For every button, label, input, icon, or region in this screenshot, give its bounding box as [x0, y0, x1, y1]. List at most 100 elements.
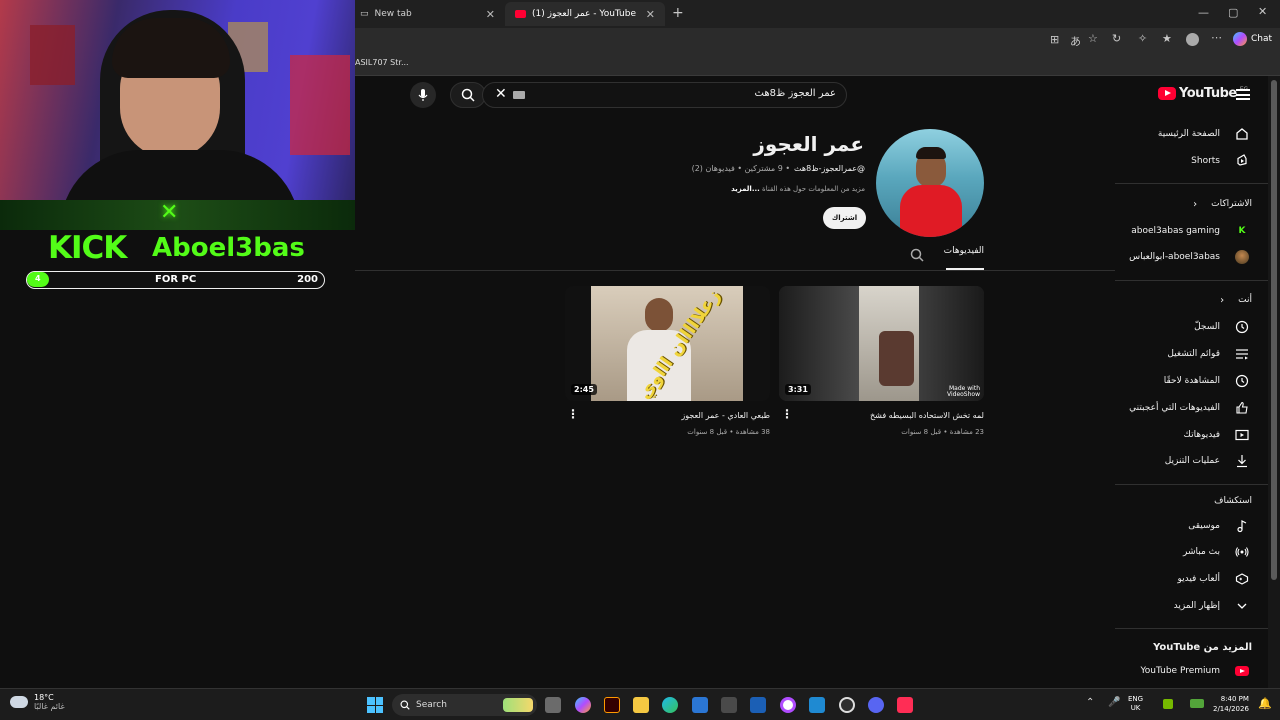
video-more-icon[interactable]: ⋮: [567, 407, 579, 421]
like-icon: [1234, 400, 1250, 416]
sidebar-divider: [1115, 280, 1268, 281]
webcam-overlay: ✕: [0, 0, 355, 230]
sidebar-item-music[interactable]: موسيقى: [1188, 515, 1250, 537]
sidebar-item-show-more[interactable]: إظهار المزيد: [1174, 595, 1250, 617]
minimize-icon[interactable]: —: [1198, 6, 1209, 19]
sidebar-item-history[interactable]: السجلّ: [1194, 316, 1250, 338]
task-view-icon[interactable]: [545, 697, 561, 713]
profile-avatar[interactable]: [1186, 33, 1199, 46]
tab-youtube[interactable]: YouTube - عمر العجوز (1) ✕: [505, 2, 665, 26]
sidebar-item-label: Shorts: [1191, 156, 1220, 166]
weather-text: غائم غالبًا: [34, 702, 65, 711]
channel-search-icon[interactable]: [910, 247, 924, 266]
tiktok-icon[interactable]: [897, 697, 913, 713]
new-tab-plus-icon[interactable]: +: [672, 5, 684, 21]
favorites-icon[interactable]: ★: [1162, 32, 1172, 45]
streamer-name: Aboel3bas: [152, 233, 305, 263]
sidebar-item-watch-later[interactable]: المشاهدة لاحقًا: [1164, 370, 1250, 392]
video-thumbnail[interactable]: Made with VideoShow 3:31: [779, 286, 984, 401]
sidebar-subscriptions-header[interactable]: الاشتراكات ›: [1193, 193, 1252, 215]
channel-avatar[interactable]: [876, 129, 984, 237]
translate-icon[interactable]: あ: [1070, 33, 1081, 49]
search-button[interactable]: [450, 82, 486, 108]
scrollbar-thumb[interactable]: [1271, 80, 1277, 580]
copilot-chat-button[interactable]: Chat: [1233, 32, 1272, 46]
sidebar-item-shorts[interactable]: Shorts: [1191, 150, 1250, 172]
circle-app-icon[interactable]: [780, 697, 796, 713]
video-duration: 3:31: [785, 384, 811, 395]
sidebar-item-subscription[interactable]: ابوالعباس-aboel3abas: [1129, 246, 1250, 268]
avatar: [1234, 249, 1250, 265]
sidebar-item-label: السجلّ: [1194, 322, 1220, 332]
video-thumbnail[interactable]: زعلااااان اااوي 2:45: [565, 286, 770, 401]
start-button[interactable]: [367, 697, 383, 713]
sidebar-item-label: المشاهدة لاحقًا: [1163, 376, 1220, 386]
apps-icon[interactable]: ⊞: [1050, 33, 1059, 46]
sidebar-item-label: ألعاب فيديو: [1177, 574, 1220, 584]
extensions-icon[interactable]: ✧: [1138, 32, 1147, 45]
sidebar-item-your-videos[interactable]: فيديوهاتك: [1184, 424, 1250, 446]
tab-new-tab[interactable]: ▭ New tab ✕: [350, 2, 505, 26]
search-input[interactable]: ✕ عمر العجوز ظ8هث: [482, 82, 847, 108]
video-more-icon[interactable]: ⋮: [781, 407, 793, 421]
bookmark-item[interactable]: ASIL707 Str...: [355, 58, 409, 67]
sidebar-item-home[interactable]: الصفحة الرئيسية: [1158, 123, 1250, 145]
edge-icon[interactable]: [662, 697, 678, 713]
close-window-icon[interactable]: ✕: [1258, 5, 1267, 18]
sidebar-item-label: الصفحة الرئيسية: [1157, 129, 1220, 139]
about-more-link[interactable]: ...المزيد: [731, 185, 760, 193]
edit-app-icon[interactable]: [750, 697, 766, 713]
keyboard-icon[interactable]: [513, 91, 525, 99]
sidebar-item-playlists[interactable]: قوائم التشغيل: [1167, 343, 1250, 365]
maximize-icon[interactable]: ▢: [1228, 6, 1238, 19]
illustrator-icon[interactable]: [604, 697, 620, 713]
subscribe-button[interactable]: اشتراك: [823, 207, 866, 229]
sidebar-item-premium[interactable]: YouTube Premium: [1140, 660, 1250, 682]
battery-tray-icon[interactable]: [1190, 699, 1204, 708]
clock[interactable]: 8:40 PM 2/14/2026: [1213, 695, 1249, 715]
sidebar-item-subscription[interactable]: aboel3abas gaming K: [1131, 220, 1250, 242]
language-indicator[interactable]: ENG UK: [1128, 695, 1143, 713]
menu-icon[interactable]: [1236, 89, 1250, 100]
video-title[interactable]: طبعي العادي - عمر العجوز: [565, 411, 770, 420]
discord-icon[interactable]: [868, 697, 884, 713]
notification-bell-icon[interactable]: 🔔: [1258, 697, 1272, 710]
video-card[interactable]: زعلااااان اااوي 2:45 طبعي العادي - عمر ا…: [565, 286, 770, 436]
close-tab-icon[interactable]: ✕: [646, 8, 655, 21]
more-icon[interactable]: ⋯: [1211, 31, 1222, 44]
cube-app-icon[interactable]: [721, 697, 737, 713]
taskbar-search[interactable]: Search: [392, 694, 537, 716]
obs-icon[interactable]: [839, 697, 855, 713]
favorite-icon[interactable]: ☆: [1088, 32, 1098, 45]
channel-about[interactable]: مزيد من المعلومات حول هذه القناة ...المز…: [731, 185, 865, 193]
video-card[interactable]: Made with VideoShow 3:31 لمه تخش الاستحا…: [779, 286, 984, 436]
youtube-logo[interactable]: YouTube EG: [1158, 86, 1248, 101]
sidebar-item-gaming[interactable]: ألعاب فيديو: [1177, 568, 1250, 590]
video-title[interactable]: لمه تخش الاستحاده البسيطه فشخ: [779, 411, 984, 420]
microphone-icon: [418, 89, 428, 101]
file-explorer-icon[interactable]: [633, 697, 649, 713]
sidebar-item-label: بث مباشر: [1183, 547, 1220, 557]
close-tab-icon[interactable]: ✕: [486, 8, 495, 21]
mic-tray-icon[interactable]: 🎤: [1108, 697, 1120, 708]
refresh-icon[interactable]: ↻: [1112, 32, 1121, 45]
tray-chevron-icon[interactable]: ⌃: [1086, 697, 1094, 708]
nvidia-tray-icon[interactable]: [1163, 699, 1173, 709]
home-icon: [1234, 126, 1250, 142]
clear-search-icon[interactable]: ✕: [495, 86, 507, 102]
channel-name: عمر العجوز: [753, 132, 864, 156]
sidebar-item-label: الفيديوهات التي أعجبتني: [1129, 403, 1220, 413]
page-scrollbar[interactable]: [1268, 76, 1280, 688]
sidebar-item-liked-videos[interactable]: الفيديوهات التي أعجبتني: [1129, 397, 1250, 419]
store-icon[interactable]: [692, 697, 708, 713]
sidebar-you-header[interactable]: أنت ›: [1220, 289, 1252, 311]
channel-tab-videos[interactable]: الفيديوهات: [944, 246, 984, 270]
vscode-icon[interactable]: [809, 697, 825, 713]
voice-search-button[interactable]: [410, 82, 436, 108]
sidebar-item-live[interactable]: بث مباشر: [1183, 541, 1250, 563]
search-query: عمر العجوز ظ8هث: [754, 88, 836, 99]
weather-widget[interactable]: 18°C غائم غالبًا: [10, 693, 65, 711]
sidebar-item-downloads[interactable]: عمليات التنزيل: [1165, 450, 1250, 472]
clock-time: 8:40 PM: [1220, 695, 1249, 703]
copilot-icon[interactable]: [575, 697, 591, 713]
